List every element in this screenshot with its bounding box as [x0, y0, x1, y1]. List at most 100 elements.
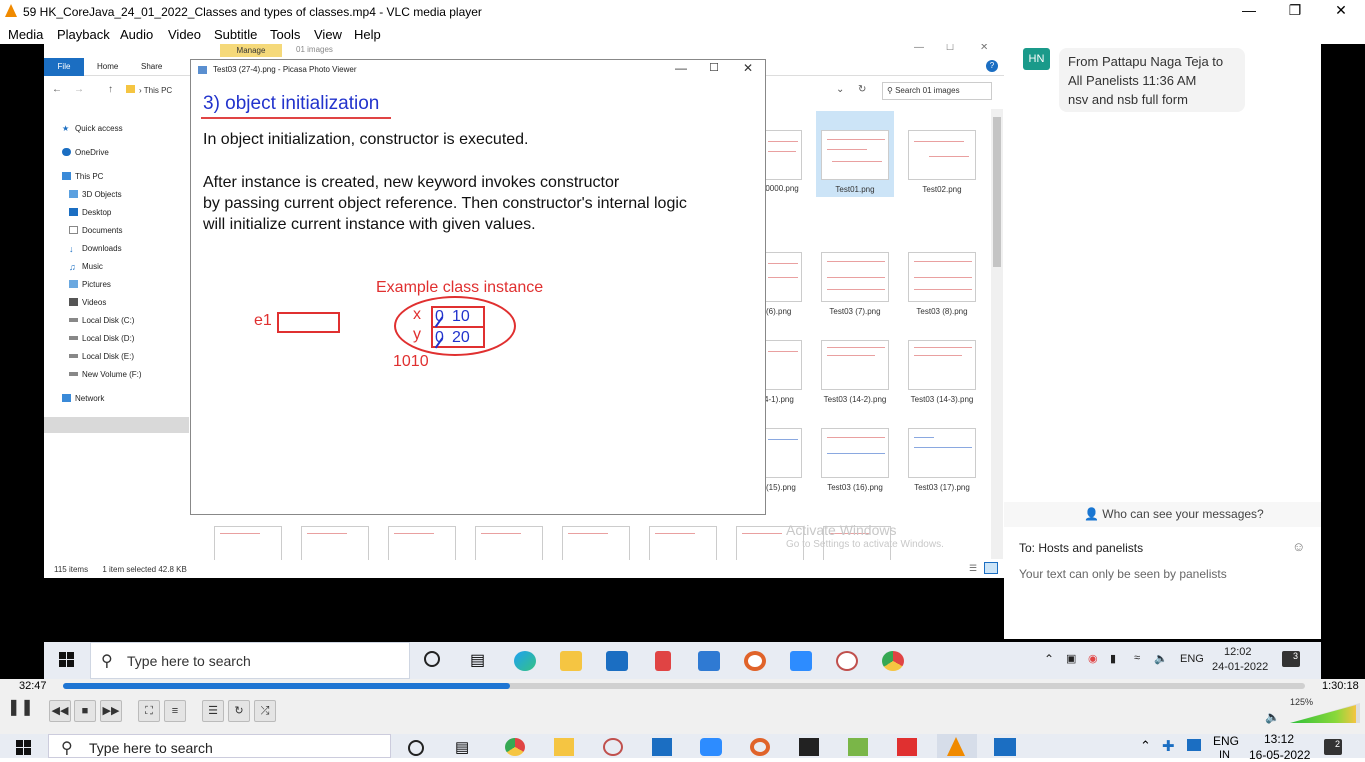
explorer-maximize[interactable]: ☐	[946, 44, 954, 53]
tab-share[interactable]: Share	[141, 62, 162, 71]
picasa-close[interactable]: ✕	[738, 61, 758, 75]
notification-icon[interactable]: 2	[1324, 739, 1342, 755]
breadcrumb[interactable]: › This PC	[122, 82, 190, 100]
chat-input-placeholder[interactable]: Your text can only be seen by panelists	[1019, 567, 1227, 581]
outer-search-box[interactable]: ⚲ Type here to search	[48, 734, 391, 758]
picasa-maximize[interactable]: ☐	[704, 61, 724, 74]
seek-bar[interactable]	[63, 683, 1305, 689]
thumbnail[interactable]	[821, 428, 889, 478]
explorer-minimize[interactable]: —	[914, 44, 924, 53]
recorder-icon[interactable]	[744, 651, 766, 671]
outer-date[interactable]: 16-05-2022	[1249, 748, 1310, 762]
volume-slider[interactable]: 125%	[1290, 697, 1360, 723]
thumbnail[interactable]	[214, 526, 282, 560]
up-arrow-icon[interactable]: ↑	[108, 84, 113, 95]
menu-subtitle[interactable]: Subtitle	[214, 27, 257, 42]
nav-disk-d[interactable]: Local Disk (D:)	[69, 331, 134, 345]
nav-documents[interactable]: Documents	[69, 223, 122, 237]
file-explorer-icon[interactable]	[554, 738, 574, 756]
outer-lang[interactable]: ENG	[1213, 734, 1239, 748]
emoji-icon[interactable]: ☺	[1292, 539, 1305, 554]
zoom-icon[interactable]	[790, 651, 812, 671]
extended-settings-button[interactable]: ≡	[164, 700, 186, 722]
picasa-minimize[interactable]: —	[671, 61, 691, 75]
nav-pictures[interactable]: Pictures	[69, 277, 111, 291]
file-explorer-icon[interactable]	[560, 651, 582, 671]
minimize-button[interactable]: —	[1234, 2, 1264, 18]
thumbnail[interactable]	[562, 526, 630, 560]
nav-volume-f[interactable]: New Volume (F:)	[69, 367, 142, 381]
tray-chevron-icon[interactable]: ⌃	[1044, 652, 1054, 666]
store-icon[interactable]	[606, 651, 628, 671]
thumbnail[interactable]	[908, 428, 976, 478]
snip-icon[interactable]	[603, 738, 623, 756]
nav-disk-e[interactable]: Local Disk (E:)	[69, 349, 134, 363]
inner-search-box[interactable]: ⚲ Type here to search	[90, 642, 410, 679]
chrome-icon[interactable]	[505, 738, 525, 756]
mail-icon[interactable]	[698, 651, 720, 671]
tray-app-icon[interactable]	[1187, 739, 1201, 751]
video-area[interactable]: Manage 01 images — ☐ ✕ File Home Share ?…	[0, 44, 1365, 679]
pdf-icon[interactable]	[897, 738, 917, 756]
nav-downloads[interactable]: ↓ Downloads	[69, 241, 122, 255]
sticky-app-icon[interactable]	[799, 738, 819, 756]
recorder-icon[interactable]	[750, 738, 770, 756]
chrome-icon[interactable]	[882, 651, 904, 671]
nav-network[interactable]: Network	[62, 391, 104, 405]
details-view-icon[interactable]: ☰	[969, 563, 977, 574]
stop-button[interactable]: ■	[74, 700, 96, 722]
nav-videos[interactable]: Videos	[69, 295, 106, 309]
thumbnail[interactable]	[764, 130, 802, 180]
chat-recipient[interactable]: To: Hosts and panelists	[1019, 541, 1143, 555]
fullscreen-button[interactable]: ⛶	[138, 700, 160, 722]
nav-3d-objects[interactable]: 3D Objects	[69, 187, 122, 201]
snip-icon[interactable]	[836, 651, 858, 671]
nav-quick-access[interactable]: ★ Quick access	[62, 121, 123, 135]
nav-disk-c[interactable]: Local Disk (C:)	[69, 313, 134, 327]
forward-arrow-icon[interactable]: →	[74, 84, 84, 95]
menu-help[interactable]: Help	[354, 27, 381, 42]
tab-file[interactable]: File	[44, 58, 84, 76]
tray-record-icon[interactable]: ◉	[1088, 652, 1098, 665]
pause-button[interactable]: ❚❚	[7, 698, 34, 724]
nav-desktop[interactable]: Desktop	[69, 205, 111, 219]
task-view-icon[interactable]: ▤	[455, 738, 469, 756]
speaker-icon[interactable]: 🔈	[1265, 710, 1280, 724]
menu-video[interactable]: Video	[168, 27, 201, 42]
menu-tools[interactable]: Tools	[270, 27, 300, 42]
cortana-icon[interactable]	[408, 740, 424, 756]
loop-button[interactable]: ↻	[228, 700, 250, 722]
outer-time[interactable]: 13:12	[1264, 732, 1294, 746]
menu-playback[interactable]: Playback	[57, 27, 110, 42]
thumbnail[interactable]	[821, 130, 889, 180]
thumbnail[interactable]	[764, 252, 802, 302]
previous-button[interactable]: ◀◀	[49, 700, 71, 722]
inner-date[interactable]: 24-01-2022	[1212, 661, 1268, 673]
task-view-icon[interactable]: ▤	[470, 650, 485, 670]
scrollbar-thumb[interactable]	[993, 117, 1001, 267]
menu-audio[interactable]: Audio	[120, 27, 153, 42]
notes-icon[interactable]	[848, 738, 868, 756]
notification-icon[interactable]: 3	[1282, 651, 1300, 667]
battery-icon[interactable]: ▮	[1110, 652, 1116, 665]
edge-icon[interactable]	[514, 651, 536, 671]
shuffle-button[interactable]: ⤮	[254, 700, 276, 722]
who-can-see[interactable]: 👤 Who can see your messages?	[1084, 507, 1264, 521]
nav-this-pc[interactable]: This PC	[62, 169, 103, 183]
thumbnail[interactable]	[764, 340, 802, 390]
explorer-close[interactable]: ✕	[980, 44, 988, 53]
help-icon[interactable]: ?	[986, 60, 998, 72]
explorer-scrollbar[interactable]	[991, 109, 1003, 559]
windows-start-icon[interactable]	[16, 740, 31, 755]
windows-start-icon[interactable]	[59, 652, 74, 667]
back-arrow-icon[interactable]: ←	[52, 84, 62, 95]
menu-media[interactable]: Media	[8, 27, 43, 42]
nav-onedrive[interactable]: OneDrive	[62, 145, 109, 159]
outer-lang-region[interactable]: IN	[1219, 749, 1230, 761]
zoom-icon[interactable]	[700, 738, 722, 756]
thumbnail[interactable]	[821, 340, 889, 390]
thumbnail[interactable]	[301, 526, 369, 560]
playlist-button[interactable]: ☰	[202, 700, 224, 722]
thumbnail[interactable]	[764, 428, 802, 478]
restore-button[interactable]: ❐	[1280, 2, 1310, 19]
